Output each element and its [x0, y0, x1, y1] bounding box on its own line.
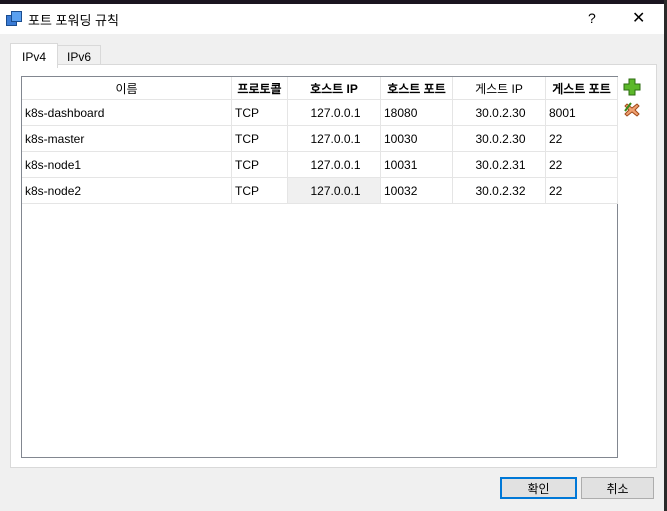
cancel-button[interactable]: 취소 [581, 477, 654, 499]
window-title: 포트 포워딩 규칙 [28, 12, 119, 28]
table-row[interactable]: k8s-node1 TCP 127.0.0.1 10031 30.0.2.31 22 [22, 152, 618, 178]
cell-host-ip[interactable]: 127.0.0.1 [288, 100, 381, 126]
cell-guest-port[interactable]: 22 [546, 126, 618, 152]
cell-guest-ip[interactable]: 30.0.2.31 [453, 152, 546, 178]
add-rule-icon[interactable] [623, 78, 641, 96]
title-bar: 포트 포워딩 규칙 ? ✕ [0, 4, 664, 34]
cell-guest-port[interactable]: 22 [546, 152, 618, 178]
port-forwarding-dialog: 포트 포워딩 규칙 ? ✕ IPv4 IPv6 이름 프로토콜 호스트 IP 호… [0, 4, 664, 511]
cell-protocol[interactable]: TCP [232, 100, 288, 126]
cell-host-ip[interactable]: 127.0.0.1 [288, 152, 381, 178]
col-guest-port[interactable]: 게스트 포트 [546, 77, 618, 100]
cell-guest-port[interactable]: 8001 [546, 100, 618, 126]
tab-ipv4[interactable]: IPv4 [10, 43, 58, 68]
cell-host-port[interactable]: 10032 [381, 178, 453, 204]
cell-host-port[interactable]: 18080 [381, 100, 453, 126]
cell-host-ip[interactable]: 127.0.0.1 [288, 178, 381, 204]
cell-guest-ip[interactable]: 30.0.2.32 [453, 178, 546, 204]
col-host-port[interactable]: 호스트 포트 [381, 77, 453, 100]
cell-protocol[interactable]: TCP [232, 178, 288, 204]
cell-host-port[interactable]: 10031 [381, 152, 453, 178]
table-row[interactable]: k8s-master TCP 127.0.0.1 10030 30.0.2.30 22 [22, 126, 618, 152]
cell-guest-ip[interactable]: 30.0.2.30 [453, 100, 546, 126]
cell-guest-port[interactable]: 22 [546, 178, 618, 204]
help-button[interactable]: ? [588, 10, 596, 26]
cell-protocol[interactable]: TCP [232, 126, 288, 152]
table-header: 이름 프로토콜 호스트 IP 호스트 포트 게스트 IP 게스트 포트 [22, 77, 618, 100]
rules-table: 이름 프로토콜 호스트 IP 호스트 포트 게스트 IP 게스트 포트 k8s-… [21, 76, 618, 458]
tab-panel: 이름 프로토콜 호스트 IP 호스트 포트 게스트 IP 게스트 포트 k8s-… [10, 64, 657, 468]
col-name[interactable]: 이름 [22, 77, 232, 100]
col-protocol[interactable]: 프로토콜 [232, 77, 288, 100]
table-row[interactable]: k8s-node2 TCP 127.0.0.1 10032 30.0.2.32 22 [22, 178, 618, 204]
app-icon [6, 11, 22, 27]
cell-name[interactable]: k8s-dashboard [22, 100, 232, 126]
cell-host-port[interactable]: 10030 [381, 126, 453, 152]
col-host-ip[interactable]: 호스트 IP [288, 77, 381, 100]
col-guest-ip[interactable]: 게스트 IP [453, 77, 546, 100]
cell-name[interactable]: k8s-node1 [22, 152, 232, 178]
table-row[interactable]: k8s-dashboard TCP 127.0.0.1 18080 30.0.2.30 8… [22, 100, 618, 126]
cell-name[interactable]: k8s-master [22, 126, 232, 152]
ok-button[interactable]: 확인 [500, 477, 577, 499]
cell-protocol[interactable]: TCP [232, 152, 288, 178]
cell-guest-ip[interactable]: 30.0.2.30 [453, 126, 546, 152]
close-icon[interactable]: ✕ [632, 8, 645, 28]
cell-name[interactable]: k8s-node2 [22, 178, 232, 204]
remove-rule-icon[interactable] [623, 101, 641, 119]
cell-host-ip[interactable]: 127.0.0.1 [288, 126, 381, 152]
